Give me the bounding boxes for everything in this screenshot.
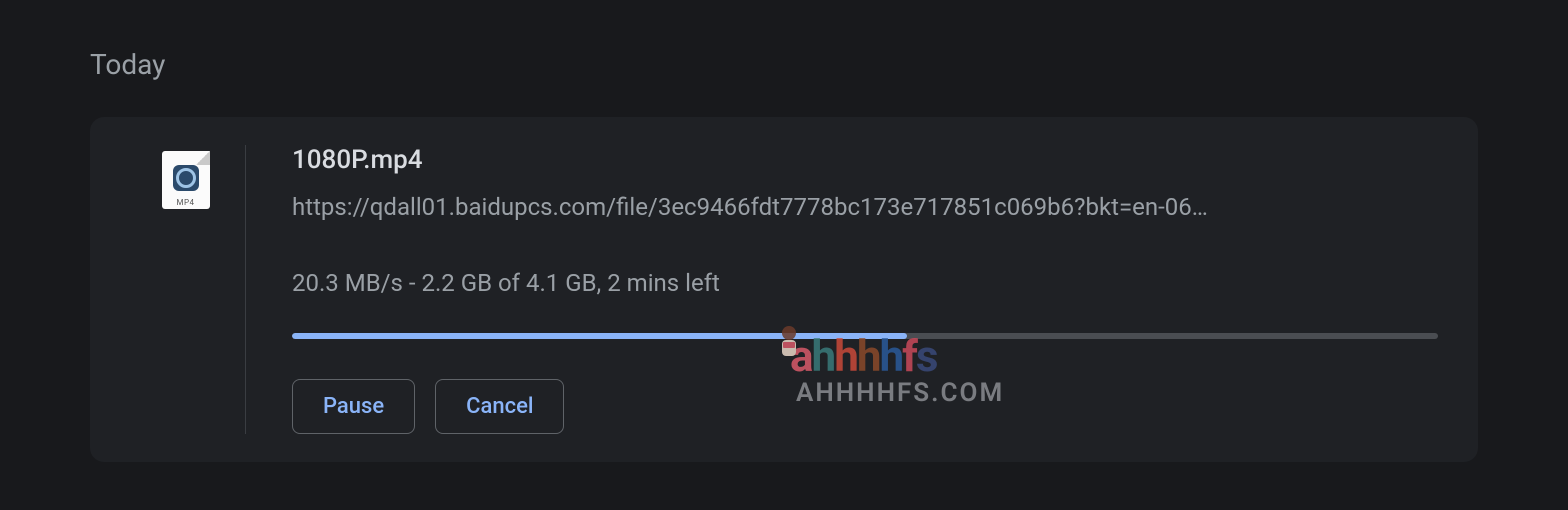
file-icon-column: MP4 [126,145,246,434]
section-header-today: Today [90,48,1478,81]
download-item: MP4 1080P.mp4 https://qdall01.baidupcs.c… [90,117,1478,462]
progress-bar [292,333,1438,339]
downloads-page: Today MP4 1080P.mp4 https://qdall01.baid… [0,0,1568,462]
cancel-button[interactable]: Cancel [435,379,564,434]
download-details: 1080P.mp4 https://qdall01.baidupcs.com/f… [292,145,1438,434]
progress-fill [292,333,907,339]
file-type-icon: MP4 [162,151,210,209]
download-status: 20.3 MB/s - 2.2 GB of 4.1 GB, 2 mins lef… [292,269,1438,297]
file-source-url[interactable]: https://qdall01.baidupcs.com/file/3ec946… [292,193,1438,221]
action-buttons: Pause Cancel [292,379,1438,434]
pause-button[interactable]: Pause [292,379,415,434]
file-name: 1080P.mp4 [292,145,1438,175]
file-extension-label: MP4 [162,198,210,207]
